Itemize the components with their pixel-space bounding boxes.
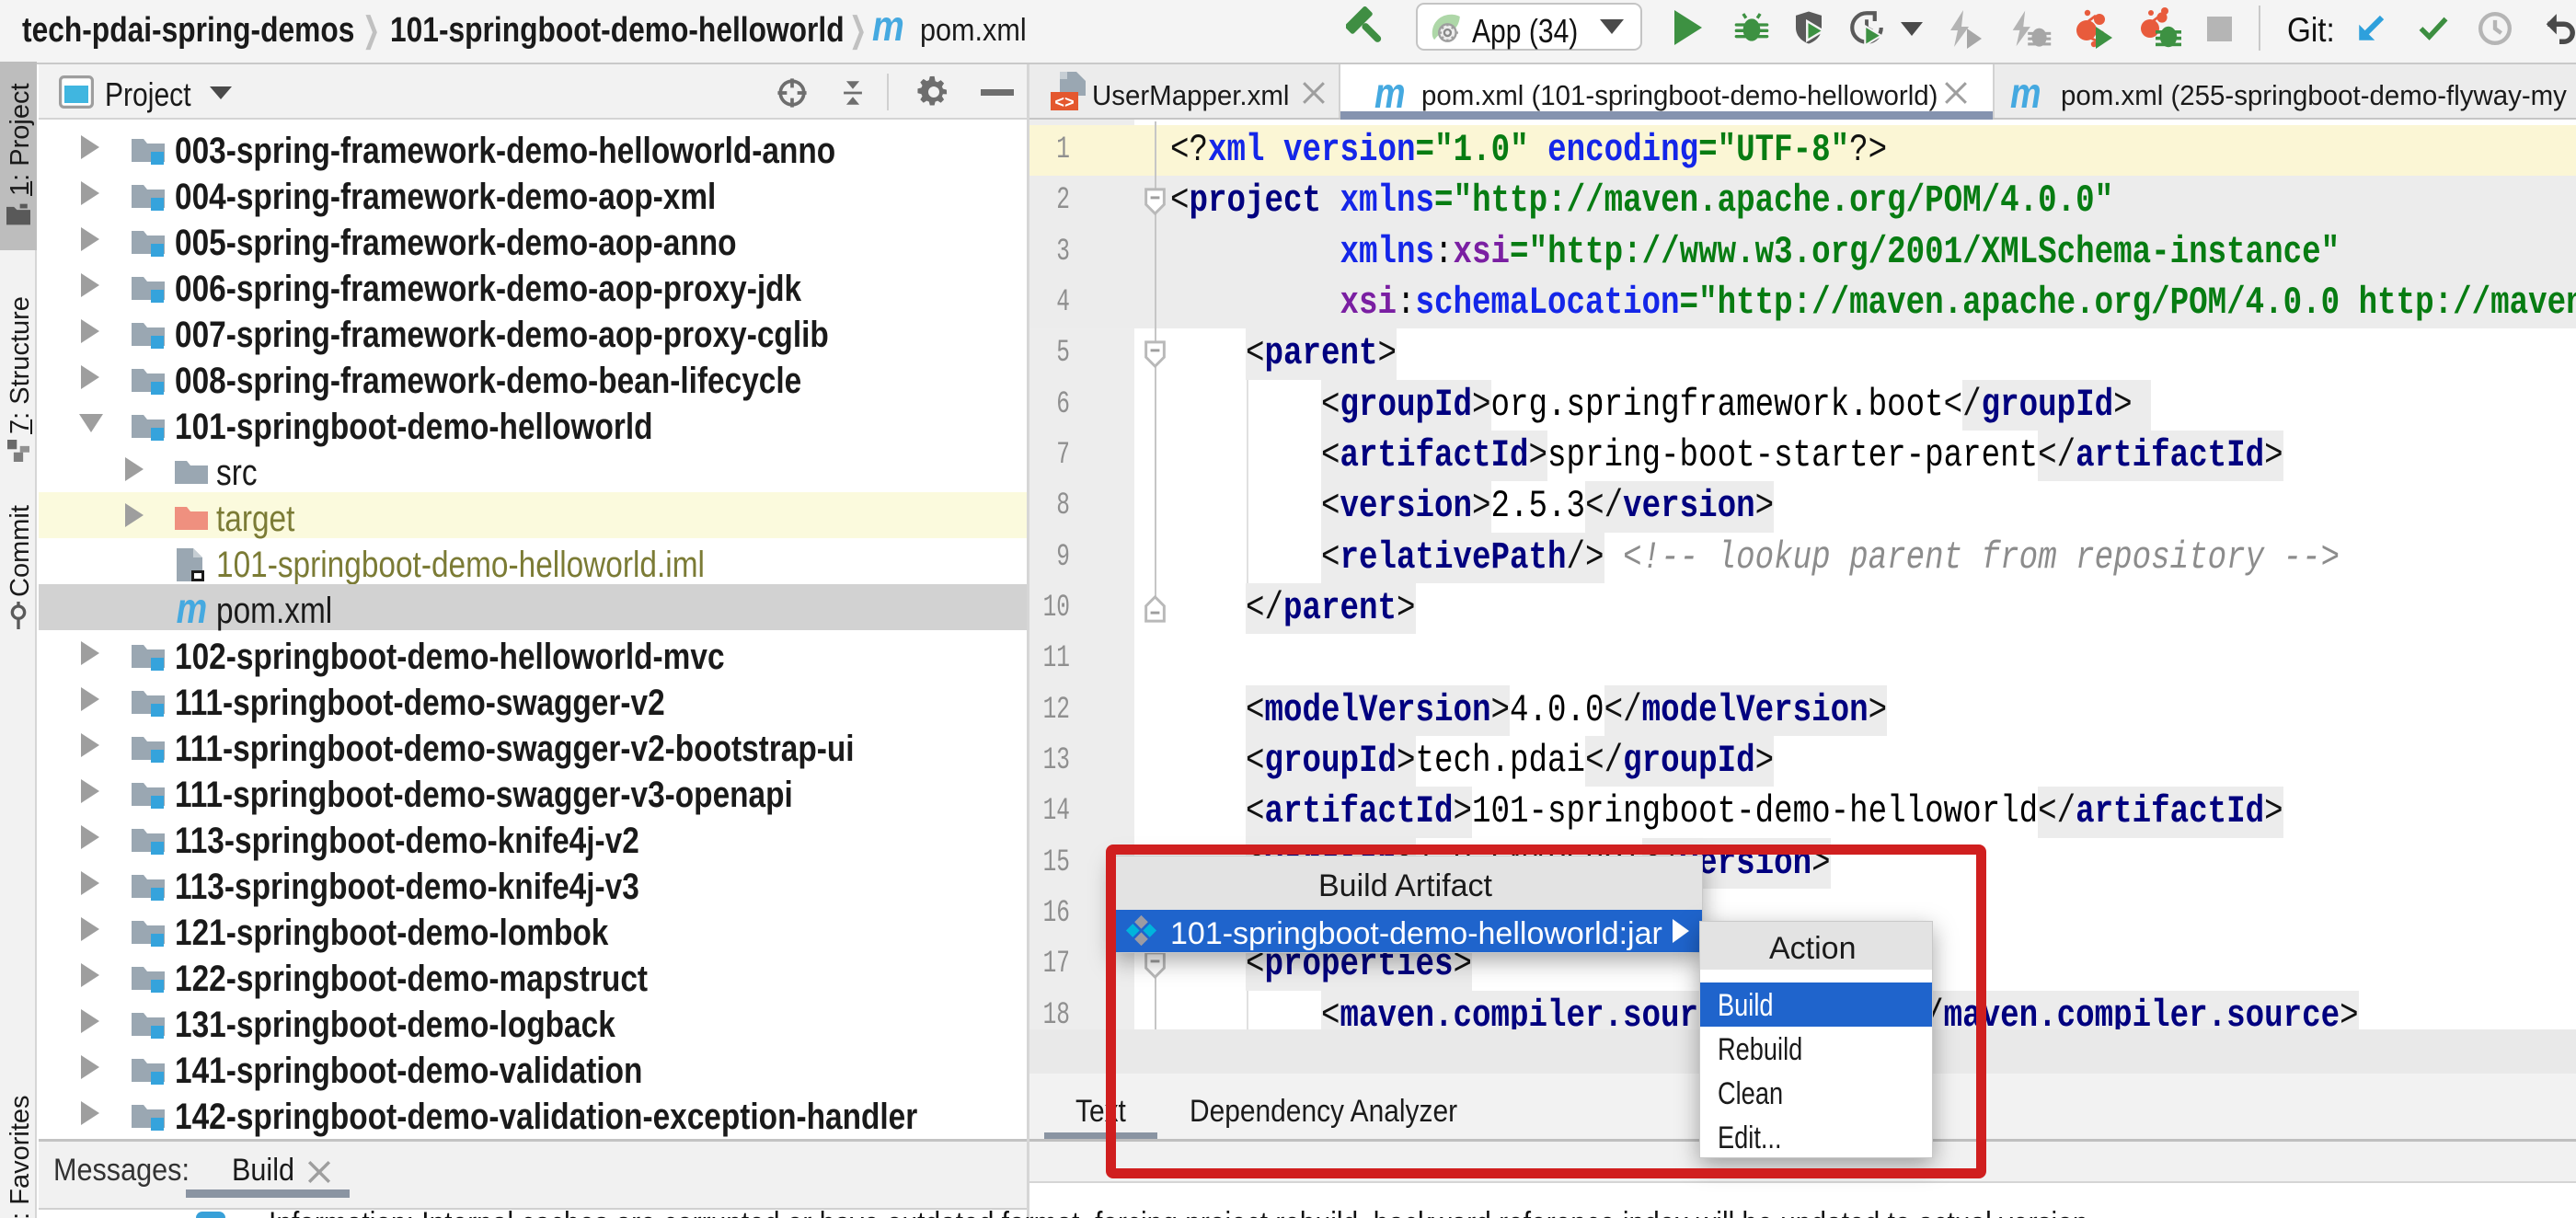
svg-text:<>: <>	[1054, 95, 1075, 112]
